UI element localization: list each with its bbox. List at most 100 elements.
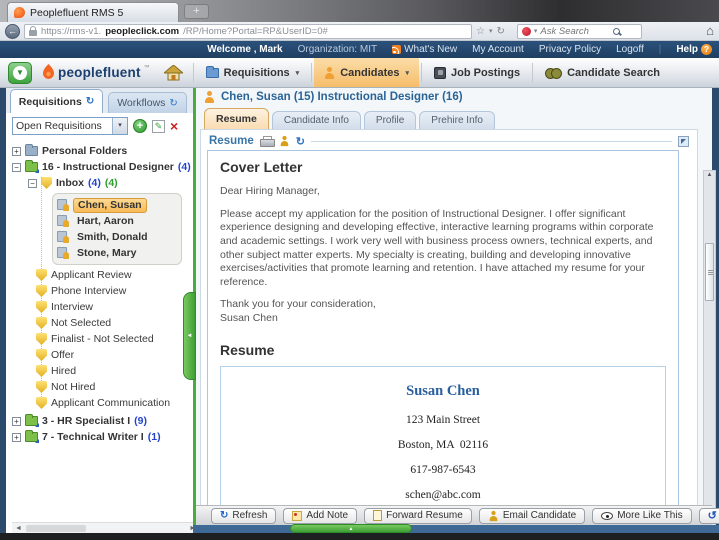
candidate-status-icon — [57, 215, 69, 227]
email-candidate-button[interactable]: Email Candidate — [479, 508, 585, 524]
expand-icon[interactable]: + — [12, 417, 21, 426]
delete-button[interactable]: × — [170, 120, 178, 133]
folder-icon — [206, 68, 219, 78]
tree-item-inbox[interactable]: − Inbox (4) (4) — [6, 175, 193, 191]
attach-resume-icon[interactable] — [280, 136, 289, 146]
workflow-step-hired[interactable]: Hired — [36, 363, 193, 379]
scroll-left-icon[interactable]: ◄ — [15, 525, 22, 532]
workflow-step-applicant-communication[interactable]: Applicant Communication — [36, 395, 193, 411]
bookmark-star-icon[interactable]: ☆ — [476, 26, 485, 37]
bottom-strip — [193, 525, 719, 533]
help-link[interactable]: Help ? — [676, 44, 712, 55]
nav-item-candidate-search[interactable]: Candidate Search — [535, 58, 670, 87]
candidate-name[interactable]: Stone, Mary — [73, 247, 141, 260]
refresh-resume-icon[interactable]: ↻ — [296, 135, 305, 148]
edit-button[interactable]: ✎ — [152, 120, 165, 133]
step-label: Applicant Review — [51, 269, 132, 281]
tab-profile[interactable]: Profile — [364, 111, 416, 129]
tab-resume[interactable]: Resume — [204, 108, 269, 129]
sidebar-tab-requisitions[interactable]: Requisitions ↻ — [10, 89, 103, 113]
expand-icon[interactable]: + — [12, 433, 21, 442]
divider — [193, 63, 194, 82]
sidebar-horizontal-scrollbar[interactable]: ◄ ► — [12, 522, 199, 533]
scroll-up-icon[interactable]: ▲ — [704, 172, 715, 178]
refresh-icon[interactable]: ↻ — [169, 98, 177, 109]
candidate-row-stone-mary[interactable]: Stone, Mary — [57, 245, 177, 261]
resume-scroll-area[interactable]: Cover Letter Dear Hiring Manager, Please… — [207, 150, 679, 506]
collapse-icon[interactable]: − — [12, 163, 21, 172]
workflow-step-offer[interactable]: Offer — [36, 347, 193, 363]
tree-item-personal-folders[interactable]: + Personal Folders — [6, 143, 193, 159]
candidate-name[interactable]: Smith, Donald — [73, 231, 152, 244]
nav-item-candidates[interactable]: Candidates ▾ — [314, 58, 419, 87]
new-tab-button[interactable]: + — [184, 4, 209, 19]
candidate-name[interactable]: Hart, Aaron — [73, 215, 138, 228]
url-domain: peopleclick.com — [105, 26, 179, 37]
count: (9) — [134, 415, 147, 427]
candidate-row-smith-donald[interactable]: Smith, Donald — [57, 229, 177, 245]
privacy-policy-link[interactable]: Privacy Policy — [539, 44, 601, 55]
tree-item-requisition-3[interactable]: + 3 - HR Specialist I (9) — [6, 413, 193, 429]
tree-item-requisition-16[interactable]: − 16 - Instructional Designer (4) (4) — [6, 159, 193, 175]
my-account-link[interactable]: My Account — [472, 44, 524, 55]
undo-last-move-button[interactable]: ↺ Undo Last Move — [699, 508, 719, 524]
candidate-header: Chen, Susan (15) Instructional Designer … — [204, 91, 463, 103]
sidebar-tab-workflows[interactable]: Workflows ↻ — [108, 92, 187, 113]
resume-phone: 617-987-6543 — [231, 464, 655, 476]
tree-item-requisition-7[interactable]: + 7 - Technical Writer I (1) — [6, 429, 193, 445]
bottom-collapse-handle[interactable]: ▲ — [290, 524, 412, 533]
more-like-this-button[interactable]: More Like This — [592, 508, 691, 524]
collapse-icon[interactable]: − — [28, 179, 37, 188]
add-folder-button[interactable]: + — [133, 119, 147, 133]
expand-icon[interactable]: + — [12, 147, 21, 156]
search-icon[interactable] — [613, 28, 620, 35]
browser-tab[interactable]: Peoplefluent RMS 5 — [7, 2, 179, 22]
back-button[interactable]: ← — [5, 24, 20, 39]
scrollbar-thumb[interactable] — [26, 525, 86, 532]
url-field[interactable]: https://rms-v1.peopleclick.com/RP/Home?P… — [24, 24, 472, 39]
add-note-button[interactable]: Add Note — [283, 508, 357, 524]
nav-item-requisitions[interactable]: Requisitions ▾ — [196, 58, 310, 87]
step-label: Not Selected — [51, 317, 111, 329]
history-dropdown-icon[interactable]: ▾ — [489, 27, 493, 35]
candidate-name-selected[interactable]: Chen, Susan — [73, 198, 147, 213]
logoff-link[interactable]: Logoff — [616, 44, 644, 55]
nav-item-job-postings[interactable]: Job Postings — [424, 58, 530, 87]
whats-new-link[interactable]: What's New — [392, 44, 457, 55]
workflow-step-phone-interview[interactable]: Phone Interview — [36, 283, 193, 299]
select-dropdown-icon[interactable]: ▾ — [112, 118, 127, 134]
browser-search-box[interactable]: ▾ — [517, 24, 642, 39]
sidebar-collapse-handle[interactable]: ◄ — [183, 292, 196, 380]
reload-icon[interactable]: ↻ — [496, 26, 504, 37]
candidate-search-label: Candidate Search — [567, 67, 660, 79]
main-content: Chen, Susan (15) Instructional Designer … — [196, 88, 712, 533]
search-input[interactable] — [540, 26, 610, 37]
forward-resume-button[interactable]: Forward Resume — [364, 508, 472, 524]
requisition-filter-select[interactable]: Open Requisitions ▾ — [12, 117, 128, 135]
requisition-folder-icon — [25, 416, 38, 426]
candidate-row-chen-susan[interactable]: Chen, Susan — [57, 197, 177, 213]
collapse-panel-icon[interactable] — [678, 136, 689, 147]
main-vertical-scrollbar[interactable]: ▲ ▼ — [703, 170, 716, 540]
browser-home-icon[interactable]: ⌂ — [706, 24, 714, 38]
welcome-text: Welcome , Mark — [207, 44, 282, 55]
workflow-step-not-hired[interactable]: Not Hired — [36, 379, 193, 395]
tab-candidate-info[interactable]: Candidate Info — [272, 111, 361, 129]
nav-home-button[interactable] — [164, 58, 183, 87]
print-icon[interactable] — [260, 136, 273, 147]
search-engine-dropdown-icon[interactable]: ▾ — [534, 27, 538, 35]
workflow-step-finalist-not-selected[interactable]: Finalist - Not Selected — [36, 331, 193, 347]
refresh-icon[interactable]: ↻ — [86, 96, 94, 107]
refresh-button[interactable]: ↻ Refresh — [211, 508, 276, 524]
main-nav-bar: ▼ peoplefluent ™ Requisitions ▾ C — [0, 58, 719, 88]
tab-prehire-info[interactable]: Prehire Info — [419, 111, 495, 129]
workflow-step-interview[interactable]: Interview — [36, 299, 193, 315]
requisition-folder-icon — [25, 162, 38, 172]
workflow-step-not-selected[interactable]: Not Selected — [36, 315, 193, 331]
scrollbar-thumb[interactable] — [705, 243, 714, 301]
resume-heading: Resume — [220, 342, 666, 358]
candidate-row-hart-aaron[interactable]: Hart, Aaron — [57, 213, 177, 229]
workflow-step-applicant-review[interactable]: Applicant Review — [36, 267, 193, 283]
quick-action-button[interactable]: ▼ — [8, 62, 32, 84]
workflow-step-icon — [36, 397, 47, 409]
